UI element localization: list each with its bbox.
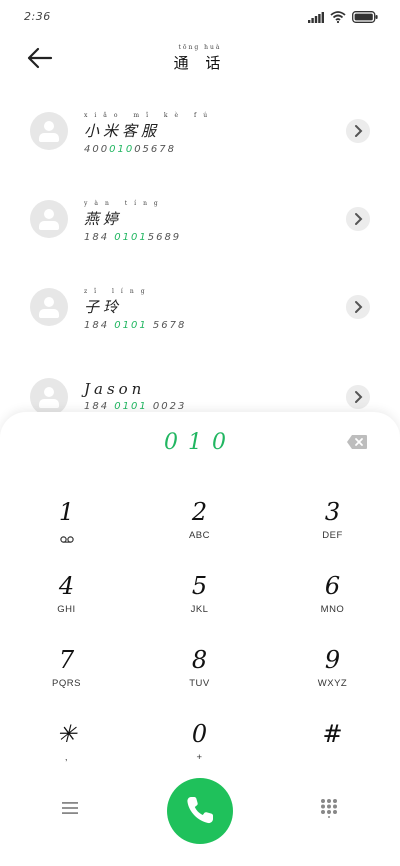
chevron-right-icon[interactable] [346,295,370,319]
contact-number: 184 0101 0023 [84,401,187,412]
avatar [30,200,68,238]
contact-pinyin: yàn tíng [84,200,165,207]
contact-pinyin: xiǎo mǐ kè fú [84,112,215,119]
key-8[interactable]: 8 TUV [133,644,266,714]
chevron-right-icon[interactable] [346,207,370,231]
title-block: tōng huà 通 话 [0,44,400,73]
chevron-right-icon[interactable] [346,119,370,143]
voicemail-icon [59,536,74,543]
contact-info: Jason 184 0101 0023 [84,380,186,412]
avatar [30,288,68,326]
page-title: 通 话 [173,54,227,72]
battery-icon [352,11,378,23]
contact-name: 子玲 [84,298,123,316]
contact-pinyin: zǐ líng [84,288,152,295]
key-5[interactable]: 5 JKL [133,570,266,640]
contact-name: 燕婷 [84,210,123,228]
key-3[interactable]: 3 DEF [266,496,399,566]
contact-row[interactable]: yàn tíng 燕婷 184 01015689 [0,186,400,274]
avatar [30,378,68,416]
header: tōng huà 通 话 [0,40,400,80]
wifi-icon [330,11,346,23]
key-7[interactable]: 7 PQRS [0,644,133,714]
key-2[interactable]: 2 ABC [133,496,266,566]
contact-row[interactable]: zǐ líng 子玲 184 0101 5678 [0,274,400,362]
menu-icon[interactable] [60,800,80,816]
backspace-icon[interactable] [346,434,368,450]
contact-name: 小米客服 [84,122,161,140]
avatar [30,112,68,150]
key-6[interactable]: 6 MNO [266,570,399,640]
dialpad-icon[interactable] [320,798,338,818]
status-icons [308,11,378,23]
contact-number: 184 01015689 [84,232,182,243]
dialer-actions [0,768,400,848]
key-1[interactable]: 1 [0,496,133,566]
status-bar: 2:36 [0,0,400,34]
dial-entry[interactable]: 010 [0,430,400,455]
dialpad-sheet: 010 1 2 ABC 3 DEF 4 GHI 5 JKL 6 MNO 7 PQ… [0,412,400,866]
chevron-right-icon[interactable] [346,385,370,409]
contact-info: xiǎo mǐ kè fú 小米客服 40001005678 [84,112,214,155]
contact-row[interactable]: xiǎo mǐ kè fú 小米客服 40001005678 [0,98,400,186]
key-9[interactable]: 9 WXYZ [266,644,399,714]
contact-number: 40001005678 [84,144,176,155]
contact-name: Jason [84,380,146,398]
call-button[interactable] [167,778,233,844]
title-pinyin: tōng huà [178,44,222,51]
phone-icon [187,797,213,824]
contact-number: 184 0101 5678 [84,320,187,331]
contact-info: zǐ líng 子玲 184 0101 5678 [84,288,186,331]
contact-info: yàn tíng 燕婷 184 01015689 [84,200,181,243]
signal-icon [308,11,324,23]
status-time: 2:36 [24,10,51,23]
key-4[interactable]: 4 GHI [0,570,133,640]
